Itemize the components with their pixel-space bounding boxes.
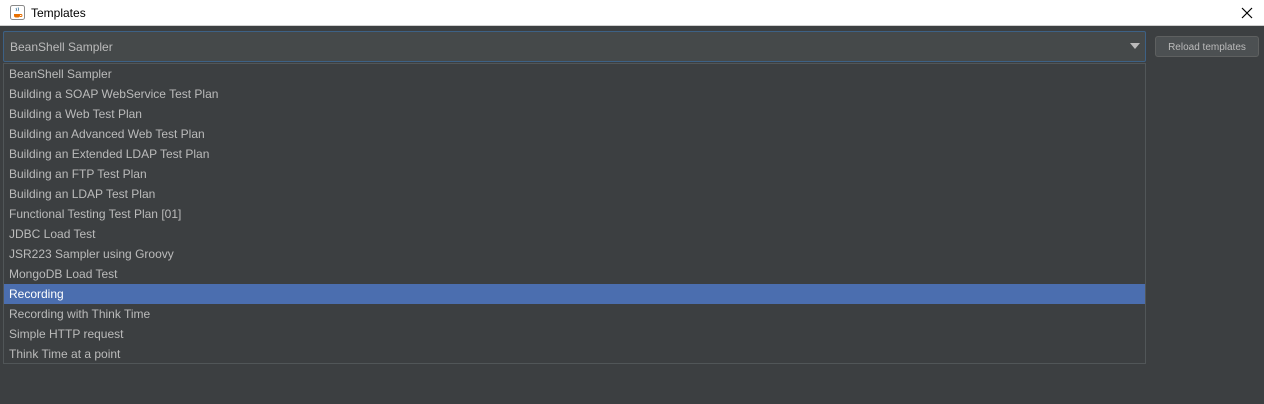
window-title: Templates (31, 6, 86, 20)
template-select[interactable]: BeanShell Sampler (3, 31, 1146, 62)
dropdown-option[interactable]: Building an LDAP Test Plan (4, 184, 1145, 204)
dropdown-option[interactable]: JDBC Load Test (4, 224, 1145, 244)
reload-templates-button[interactable]: Reload templates (1155, 36, 1259, 57)
dropdown-option[interactable]: Think Time at a point (4, 344, 1145, 364)
dropdown-option[interactable]: JSR223 Sampler using Groovy (4, 244, 1145, 264)
close-button[interactable] (1230, 0, 1264, 25)
template-options: BeanShell Sampler Building a SOAP WebServ… (4, 64, 1145, 364)
dropdown-option[interactable]: Building an FTP Test Plan (4, 164, 1145, 184)
dropdown-option[interactable]: Building a Web Test Plan (4, 104, 1145, 124)
dropdown-option[interactable]: MongoDB Load Test (4, 264, 1145, 284)
dropdown-option[interactable]: Functional Testing Test Plan [01] (4, 204, 1145, 224)
dropdown-option[interactable]: Building a SOAP WebService Test Plan (4, 84, 1145, 104)
dropdown-option[interactable]: Recording with Think Time (4, 304, 1145, 324)
template-dropdown-list: BeanShell Sampler Building a SOAP WebServ… (3, 63, 1146, 364)
dropdown-option[interactable]: BeanShell Sampler (4, 64, 1145, 84)
template-select-value: BeanShell Sampler (10, 40, 113, 54)
dropdown-option[interactable]: Recording (4, 284, 1145, 304)
window-titlebar: Templates (0, 0, 1264, 26)
dropdown-option[interactable]: Building an Advanced Web Test Plan (4, 124, 1145, 144)
dropdown-option[interactable]: Building an Extended LDAP Test Plan (4, 144, 1145, 164)
triangle-down-icon (1130, 43, 1140, 49)
dropdown-option[interactable]: Simple HTTP request (4, 324, 1145, 344)
close-icon (1241, 7, 1253, 18)
java-coffee-cup-icon (10, 5, 25, 20)
